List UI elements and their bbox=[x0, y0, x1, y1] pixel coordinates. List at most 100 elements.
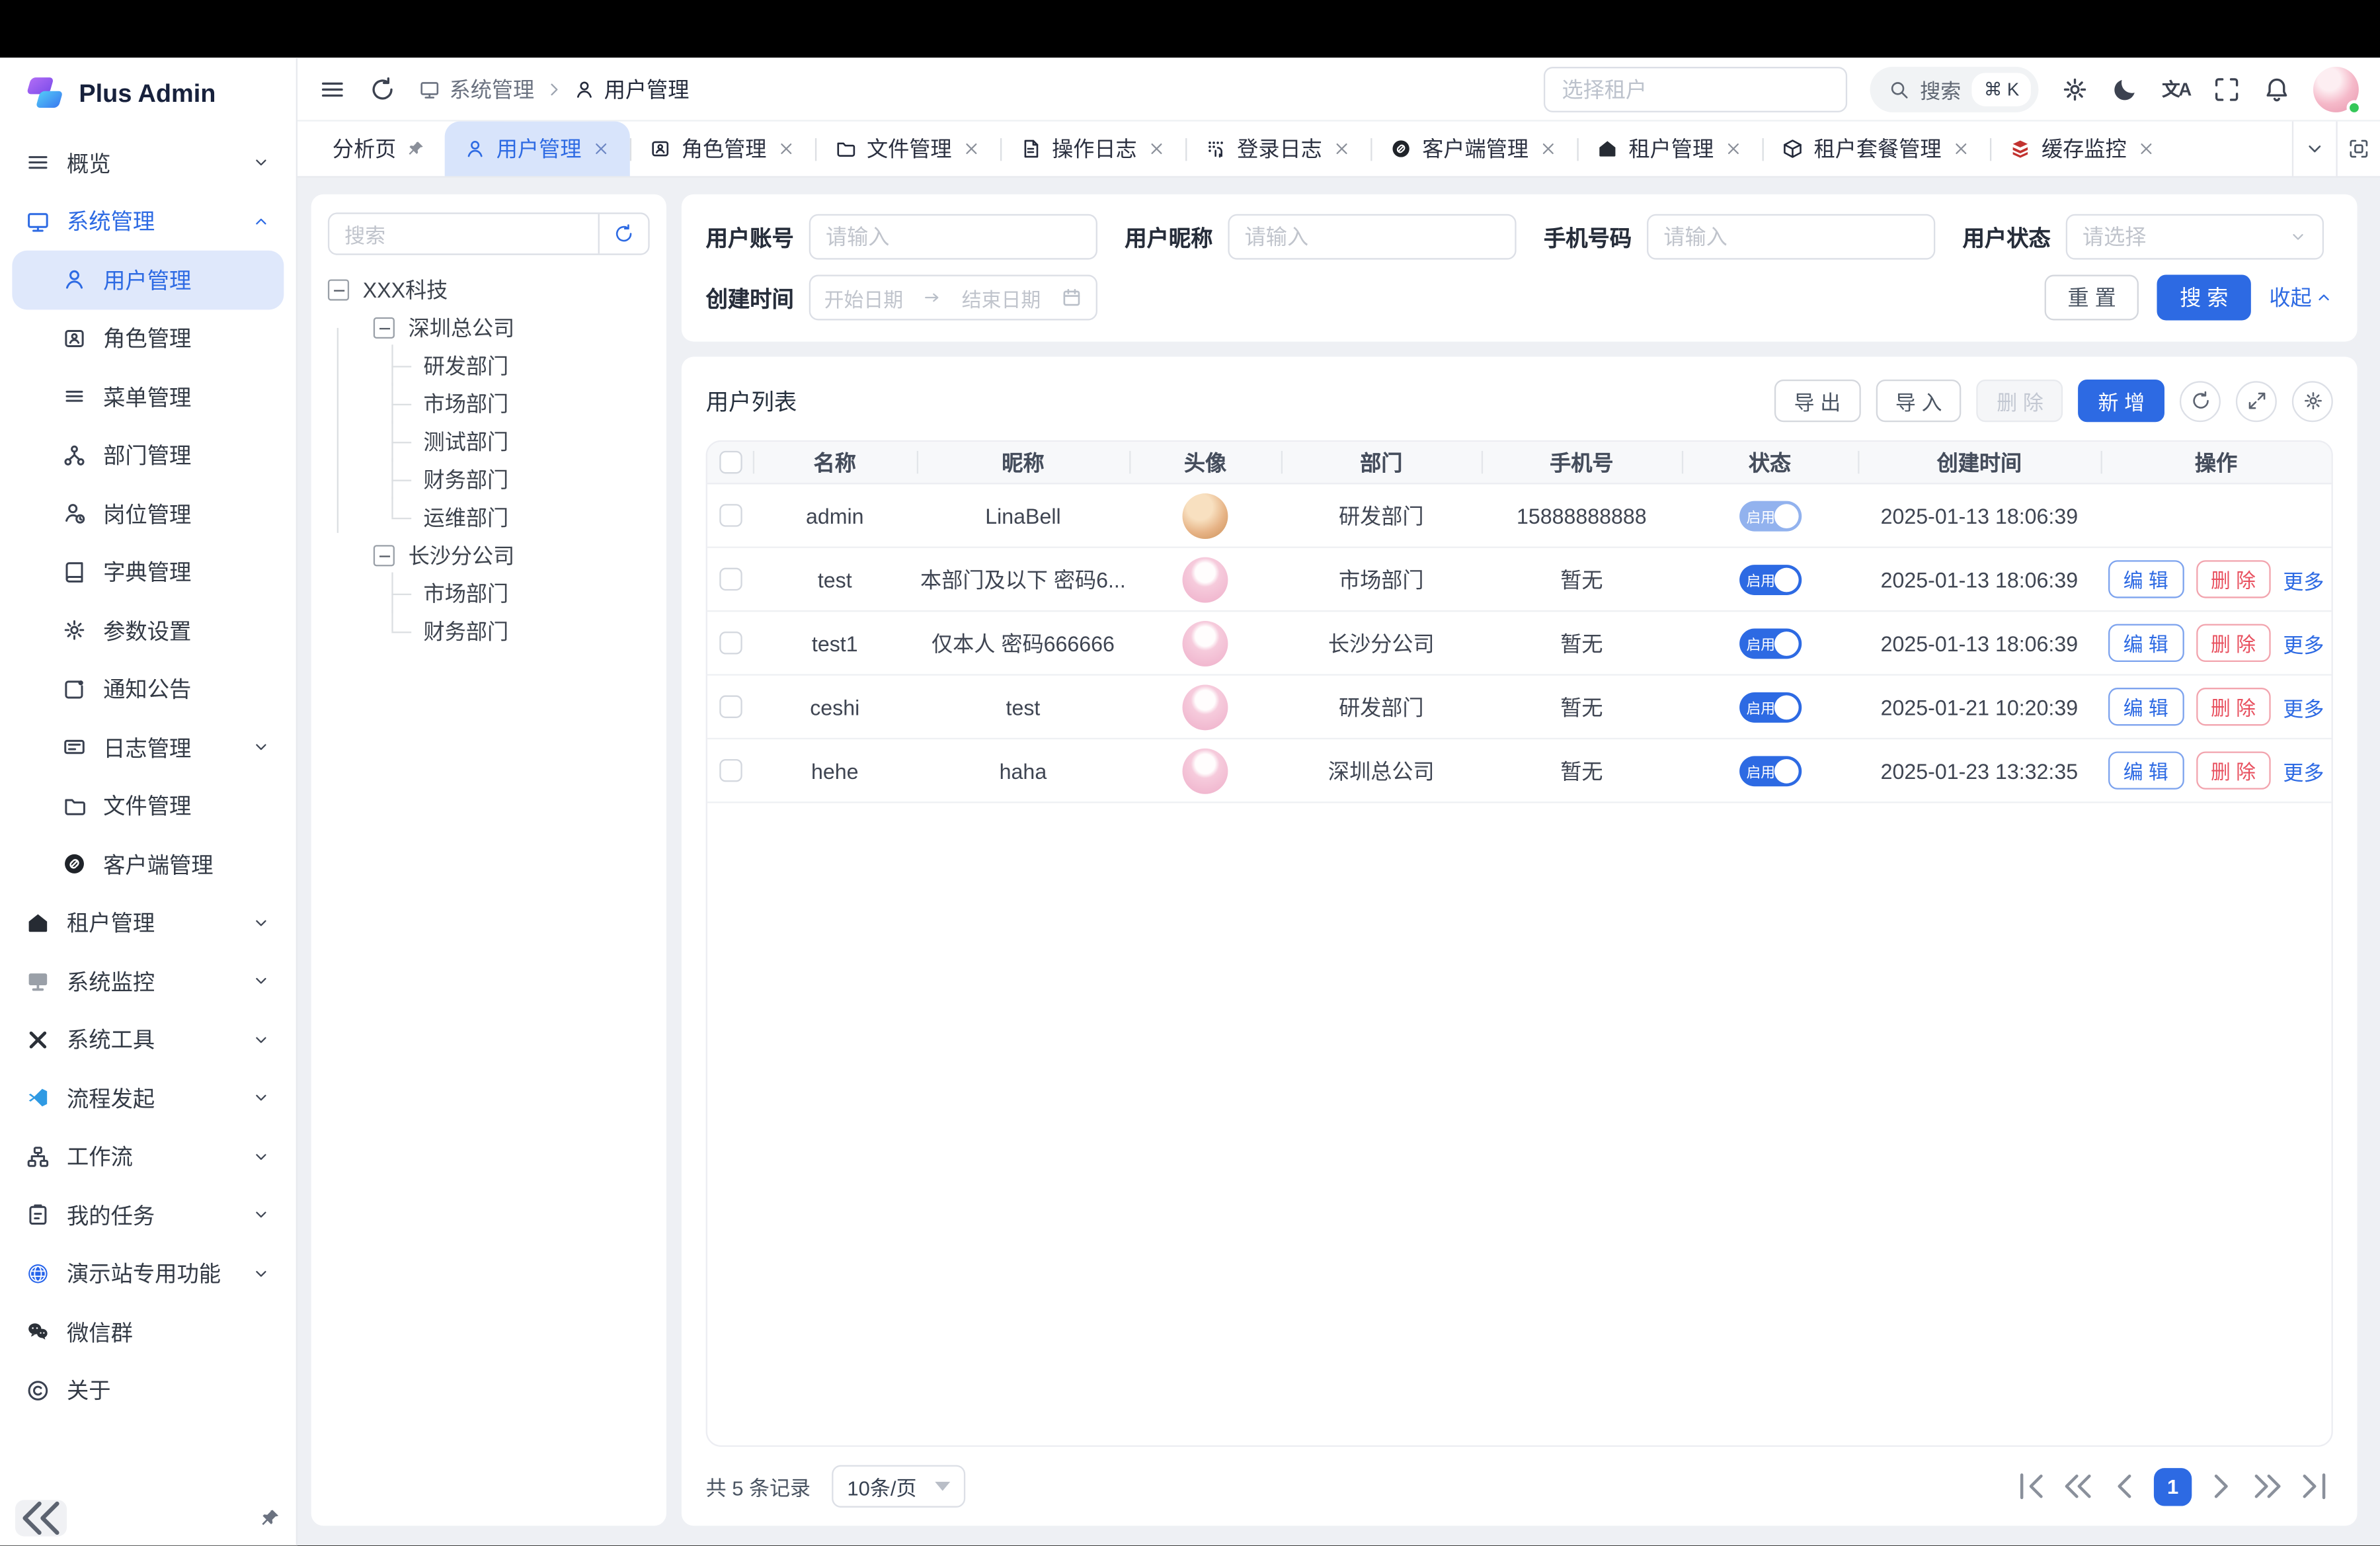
table-refresh-button[interactable] bbox=[2180, 380, 2221, 421]
more-link[interactable]: 更多 bbox=[2283, 628, 2324, 658]
status-toggle[interactable]: 启用 bbox=[1739, 692, 1801, 722]
status-toggle[interactable]: 启用 bbox=[1739, 628, 1801, 658]
notifications-bell-icon[interactable] bbox=[2263, 75, 2290, 102]
sidebar-item-system[interactable]: 系统管理 bbox=[12, 192, 284, 250]
sidebar-item-dict[interactable]: 字典管理 bbox=[12, 543, 284, 601]
date-range-input[interactable]: 开始日期 结束日期 bbox=[809, 275, 1097, 321]
user-avatar[interactable] bbox=[2313, 66, 2359, 112]
sidebar-item-demo[interactable]: 演示站专用功能 bbox=[12, 1244, 284, 1303]
sidebar-item-sys-monitor[interactable]: 系统监控 bbox=[12, 952, 284, 1010]
last-page-button[interactable] bbox=[2297, 1469, 2333, 1505]
tree-node[interactable]: 市场部门 bbox=[328, 384, 650, 422]
tab-客户端管理[interactable]: 客户端管理 bbox=[1370, 122, 1577, 177]
sidebar-item-user[interactable]: 用户管理 bbox=[12, 251, 284, 309]
sidebar-item-menu-mgr[interactable]: 菜单管理 bbox=[12, 368, 284, 426]
edit-button[interactable]: 编 辑 bbox=[2108, 624, 2184, 662]
row-checkbox[interactable] bbox=[719, 568, 741, 590]
tab-用户管理[interactable]: 用户管理 bbox=[445, 122, 630, 177]
status-select[interactable]: 请选择 bbox=[2066, 214, 2324, 260]
tree-node[interactable]: 运维部门 bbox=[328, 498, 650, 536]
sidebar-item-about[interactable]: 关于 bbox=[12, 1361, 284, 1419]
status-toggle[interactable]: 启用 bbox=[1739, 755, 1801, 786]
edit-button[interactable]: 编 辑 bbox=[2108, 751, 2184, 789]
next-jump-button[interactable] bbox=[2250, 1469, 2286, 1505]
sidebar-item-flow-start[interactable]: 流程发起 bbox=[12, 1069, 284, 1127]
phone-input[interactable]: 请输入 bbox=[1647, 214, 1935, 260]
first-page-button[interactable] bbox=[2012, 1469, 2049, 1505]
select-all-checkbox[interactable] bbox=[719, 451, 741, 473]
row-delete-button[interactable]: 删 除 bbox=[2196, 560, 2271, 598]
tab-租户管理[interactable]: 租户管理 bbox=[1577, 122, 1762, 177]
sidebar-item-post[interactable]: 岗位管理 bbox=[12, 484, 284, 542]
sidebar-item-my-task[interactable]: 我的任务 bbox=[12, 1186, 284, 1244]
tab-文件管理[interactable]: 文件管理 bbox=[815, 122, 1000, 177]
row-delete-button[interactable]: 删 除 bbox=[2196, 751, 2271, 789]
menu-toggle-icon[interactable] bbox=[319, 75, 346, 102]
sidebar-item-file[interactable]: 文件管理 bbox=[12, 776, 284, 834]
sidebar-collapse-button[interactable] bbox=[15, 1500, 67, 1537]
fullscreen-icon[interactable] bbox=[2213, 75, 2240, 102]
tree-node[interactable]: 财务部门 bbox=[328, 460, 650, 498]
row-checkbox[interactable] bbox=[719, 696, 741, 718]
row-delete-button[interactable]: 删 除 bbox=[2196, 624, 2271, 662]
sidebar-pin-button[interactable] bbox=[260, 1508, 281, 1529]
close-icon[interactable] bbox=[1539, 140, 1558, 158]
refresh-page-icon[interactable] bbox=[369, 75, 396, 102]
pin-icon[interactable] bbox=[407, 140, 425, 158]
sidebar-item-sys-tool[interactable]: 系统工具 bbox=[12, 1010, 284, 1069]
export-button[interactable]: 导 出 bbox=[1774, 380, 1860, 422]
more-link[interactable]: 更多 bbox=[2283, 755, 2324, 786]
table-fullscreen-button[interactable] bbox=[2236, 380, 2277, 421]
close-icon[interactable] bbox=[777, 140, 796, 158]
sidebar-item-wechat[interactable]: 微信群 bbox=[12, 1303, 284, 1361]
sidebar-item-config[interactable]: 参数设置 bbox=[12, 601, 284, 659]
breadcrumb-item-current[interactable]: 用户管理 bbox=[574, 73, 689, 104]
sidebar-item-tenant[interactable]: 租户管理 bbox=[12, 893, 284, 952]
prev-page-button[interactable] bbox=[2107, 1469, 2143, 1505]
tab-登录日志[interactable]: 登录日志 bbox=[1185, 122, 1370, 177]
account-input[interactable]: 请输入 bbox=[809, 214, 1097, 260]
sidebar-item-overview[interactable]: 概览 bbox=[12, 134, 284, 192]
close-icon[interactable] bbox=[2137, 140, 2156, 158]
row-checkbox[interactable] bbox=[719, 631, 741, 654]
search-button[interactable]: 搜 索 bbox=[2157, 275, 2251, 321]
row-checkbox[interactable] bbox=[719, 759, 741, 782]
page-size-select[interactable]: 10条/页 bbox=[832, 1465, 965, 1508]
status-toggle[interactable]: 启用 bbox=[1739, 564, 1801, 594]
more-link[interactable]: 更多 bbox=[2283, 564, 2324, 594]
tenant-select-input[interactable]: 选择租户 bbox=[1544, 66, 1847, 112]
tab-操作日志[interactable]: 操作日志 bbox=[1000, 122, 1185, 177]
nickname-input[interactable]: 请输入 bbox=[1228, 214, 1516, 260]
dark-mode-moon-icon[interactable] bbox=[2112, 75, 2139, 102]
collapse-filters-link[interactable]: 收起 bbox=[2269, 282, 2332, 313]
tree-node[interactable]: 测试部门 bbox=[328, 422, 650, 460]
edit-button[interactable]: 编 辑 bbox=[2108, 560, 2184, 598]
tree-refresh-button[interactable] bbox=[598, 214, 649, 254]
tab-分析页[interactable]: 分析页 bbox=[313, 122, 445, 177]
tree-node[interactable]: 研发部门 bbox=[328, 346, 650, 384]
close-icon[interactable] bbox=[963, 140, 981, 158]
row-checkbox[interactable] bbox=[719, 504, 741, 526]
language-icon[interactable]: 文A bbox=[2162, 76, 2190, 102]
sidebar-item-dept[interactable]: 部门管理 bbox=[12, 426, 284, 484]
table-settings-button[interactable] bbox=[2292, 380, 2333, 421]
sidebar-item-notice[interactable]: 通知公告 bbox=[12, 660, 284, 718]
import-button[interactable]: 导 入 bbox=[1876, 380, 1962, 422]
tree-node[interactable]: XXX科技 bbox=[328, 270, 650, 308]
tree-node[interactable]: 市场部门 bbox=[328, 574, 650, 612]
delete-button[interactable]: 删 除 bbox=[1977, 380, 2063, 422]
add-button[interactable]: 新 增 bbox=[2079, 380, 2164, 422]
tab-租户套餐管理[interactable]: 租户套餐管理 bbox=[1763, 122, 1990, 177]
tree-search-input[interactable]: 搜索 bbox=[329, 219, 598, 249]
more-link[interactable]: 更多 bbox=[2283, 692, 2324, 722]
close-icon[interactable] bbox=[1333, 140, 1351, 158]
global-search-button[interactable]: 搜索 ⌘ K bbox=[1870, 66, 2040, 112]
close-icon[interactable] bbox=[592, 140, 610, 158]
edit-button[interactable]: 编 辑 bbox=[2108, 688, 2184, 725]
tree-collapse-icon[interactable] bbox=[374, 544, 395, 565]
close-icon[interactable] bbox=[1148, 140, 1166, 158]
prev-jump-button[interactable] bbox=[2060, 1469, 2096, 1505]
tree-collapse-icon[interactable] bbox=[374, 317, 395, 338]
tab-角色管理[interactable]: 角色管理 bbox=[630, 122, 815, 177]
next-page-button[interactable] bbox=[2202, 1469, 2239, 1505]
